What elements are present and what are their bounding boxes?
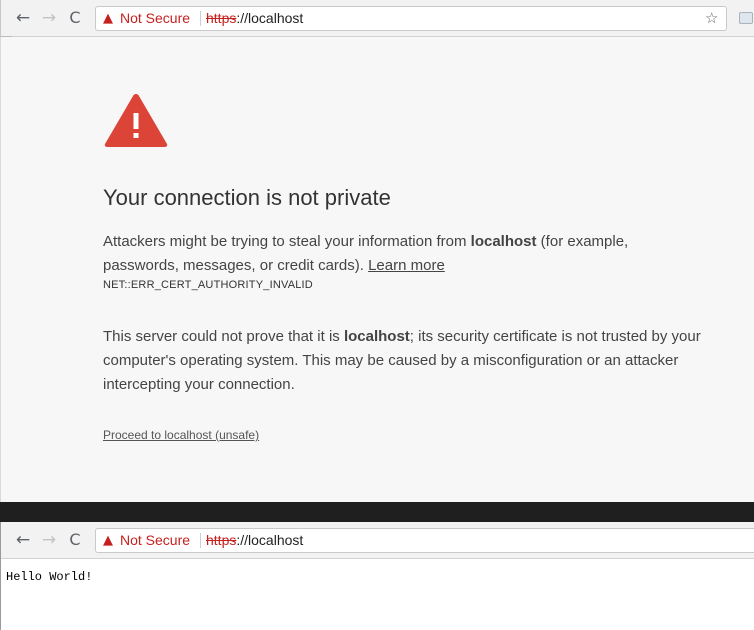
page-title: Your connection is not private [103,185,391,210]
reload-icon[interactable]: C [65,529,85,551]
security-status-label[interactable]: Not Secure [120,7,190,30]
address-bar[interactable]: ▲ Not Secure https://localhost [95,6,727,31]
privacy-error-page: Your connection is not private Attackers… [0,37,754,502]
warning-triangle-icon[interactable]: ▲ [103,529,113,552]
learn-more-link[interactable]: Learn more [368,257,445,274]
details-paragraph: This server could not prove that it is l… [103,325,703,397]
url-scheme: https [206,532,237,548]
warning-triangle-icon[interactable]: ▲ [103,7,113,30]
error-code: NET::ERR_CERT_AUTHORITY_INVALID [103,279,313,291]
omnibox-separator [200,11,201,26]
details-text-start: This server could not prove that it is [103,328,344,345]
back-arrow-icon[interactable]: ← [13,529,33,551]
browser-window-bottom: ← → C ▲ Not Secure https://localhost Hel… [0,522,754,630]
host-name-bold: localhost [470,233,537,250]
address-bar-bottom[interactable]: ▲ Not Secure https://localhost [95,528,754,553]
browser-toolbar-bottom: ← → C ▲ Not Secure https://localhost [1,522,754,559]
details-host-bold: localhost [343,328,410,345]
explanation-text-start: Attackers might be trying to steal your … [103,233,471,250]
bookmark-star-icon[interactable]: ☆ [705,8,721,28]
browser-toolbar: ← → C ▲ Not Secure https://localhost ☆ [0,0,754,37]
url-host: ://localhost [236,10,304,26]
url-text[interactable]: https://localhost [206,529,303,552]
explanation-paragraph: Attackers might be trying to steal your … [103,230,703,278]
url-text[interactable]: https://localhost [206,7,303,30]
forward-arrow-icon[interactable]: → [39,529,59,551]
browser-window-top: ← → C ▲ Not Secure https://localhost ☆ Y… [0,0,754,502]
url-scheme: https [206,10,237,26]
window-gap-bar [0,502,754,522]
url-host: ://localhost [236,532,304,548]
back-arrow-icon[interactable]: ← [13,7,33,29]
omnibox-separator [200,533,201,548]
red-alert-triangle-icon [104,94,168,147]
extension-icon[interactable] [739,12,753,24]
reload-icon[interactable]: C [65,7,85,29]
security-status-label[interactable]: Not Secure [120,529,190,552]
forward-arrow-icon[interactable]: → [39,7,59,29]
proceed-unsafe-link[interactable]: Proceed to localhost (unsafe) [103,428,259,442]
page-body-text: Hello World! [6,570,93,584]
